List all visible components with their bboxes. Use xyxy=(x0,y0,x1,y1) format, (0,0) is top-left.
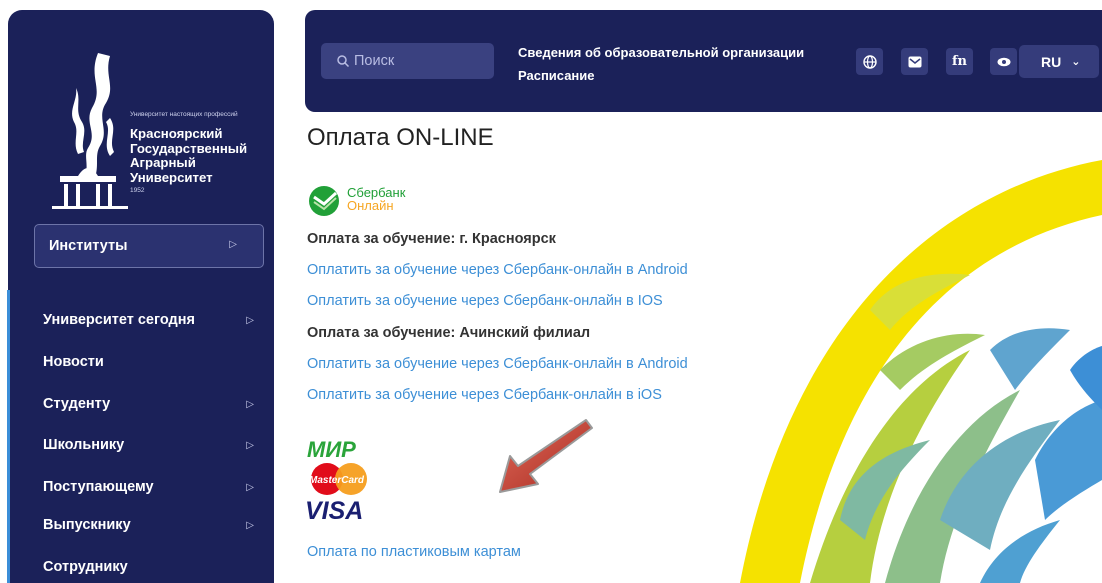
mail-icon xyxy=(908,56,921,67)
globe-icon xyxy=(862,54,877,69)
mastercard-logo: MasterCard xyxy=(309,475,365,486)
search-input[interactable]: Поиск xyxy=(321,43,494,79)
section-krasnoyarsk: Оплата за обучение: г. Красноярск xyxy=(307,231,556,247)
search-placeholder: Поиск xyxy=(354,53,395,69)
sidebar-item-label: Выпускнику xyxy=(43,517,131,533)
university-emblem-icon[interactable] xyxy=(48,48,132,218)
mir-logo: МИР xyxy=(307,437,356,462)
institutes-button[interactable]: Институты ▷ xyxy=(34,224,264,268)
search-icon xyxy=(337,55,350,68)
page-title: Оплата ON-LINE xyxy=(307,124,494,151)
visa-logo: VISA xyxy=(305,497,363,525)
sidebar-item-label: Поступающему xyxy=(43,479,154,495)
menu-active-indicator xyxy=(7,290,10,583)
fn-icon: fn xyxy=(951,54,968,69)
pay-ios-link[interactable]: Оплатить за обучение через Сбербанк-онла… xyxy=(307,293,663,309)
globe-button[interactable] xyxy=(856,48,883,75)
logo-university-name: Красноярский Государственный Аграрный Ун… xyxy=(130,126,248,185)
decorative-leaf-pattern xyxy=(740,160,1102,583)
eye-icon xyxy=(997,57,1010,66)
language-select[interactable]: RU ⌄ xyxy=(1019,45,1099,78)
pay-android-link[interactable]: Оплатить за обучение через Сбербанк-онла… xyxy=(307,262,688,278)
logo-year: 1952 xyxy=(130,187,145,194)
chevron-down-icon: ⌄ xyxy=(1071,56,1081,68)
sidebar-item-news[interactable]: Новости xyxy=(43,350,258,374)
pay-android-link-achinsk[interactable]: Оплатить за обучение через Сбербанк-онла… xyxy=(307,356,688,372)
institutes-label: Институты xyxy=(49,238,128,254)
chevron-right-icon: ▷ xyxy=(246,398,254,410)
sidebar-item-student[interactable]: Студенту ▷ xyxy=(43,392,258,416)
sberbank-online-wordmark: Сбербанк Онлайн xyxy=(347,186,405,212)
logo-tagline: Университет настоящих профессий xyxy=(130,111,238,118)
chevron-right-icon: ▷ xyxy=(246,314,254,326)
arrow-pointer-icon xyxy=(499,419,593,493)
payment-cards-logo: МИР MasterCard VISA xyxy=(305,437,367,525)
sidebar-item-label: Новости xyxy=(43,354,104,370)
fn-button[interactable]: fn xyxy=(946,48,973,75)
sber-line2: Онлайн xyxy=(347,198,394,213)
org-info-link[interactable]: Сведения об образовательной организации xyxy=(518,45,804,60)
mail-button[interactable] xyxy=(901,48,928,75)
sidebar-item-employee[interactable]: Сотруднику xyxy=(43,555,258,579)
accessibility-button[interactable] xyxy=(990,48,1017,75)
section-achinsk: Оплата за обучение: Ачинский филиал xyxy=(307,325,591,341)
pay-ios-link-achinsk[interactable]: Оплатить за обучение через Сбербанк-онла… xyxy=(307,387,662,403)
sidebar-item-label: Школьнику xyxy=(43,437,125,453)
sidebar-item-graduate[interactable]: Выпускнику ▷ xyxy=(43,513,258,537)
sidebar-item-university-today[interactable]: Университет сегодня ▷ xyxy=(43,308,258,332)
chevron-right-icon: ▷ xyxy=(246,519,254,531)
sidebar-item-label: Студенту xyxy=(43,396,111,412)
header: Поиск Сведения об образовательной органи… xyxy=(305,10,1102,112)
sidebar-item-applicant[interactable]: Поступающему ▷ xyxy=(43,475,258,499)
chevron-right-icon: ▷ xyxy=(229,239,237,250)
chevron-right-icon: ▷ xyxy=(246,481,254,493)
language-value: RU xyxy=(1041,53,1062,70)
sidebar-item-schoolchild[interactable]: Школьнику ▷ xyxy=(43,433,258,457)
sidebar-item-label: Университет сегодня xyxy=(43,312,195,328)
card-payment-link[interactable]: Оплата по пластиковым картам xyxy=(307,544,521,560)
sidebar-item-label: Сотруднику xyxy=(43,559,128,575)
chevron-right-icon: ▷ xyxy=(246,439,254,451)
schedule-link[interactable]: Расписание xyxy=(518,68,595,83)
